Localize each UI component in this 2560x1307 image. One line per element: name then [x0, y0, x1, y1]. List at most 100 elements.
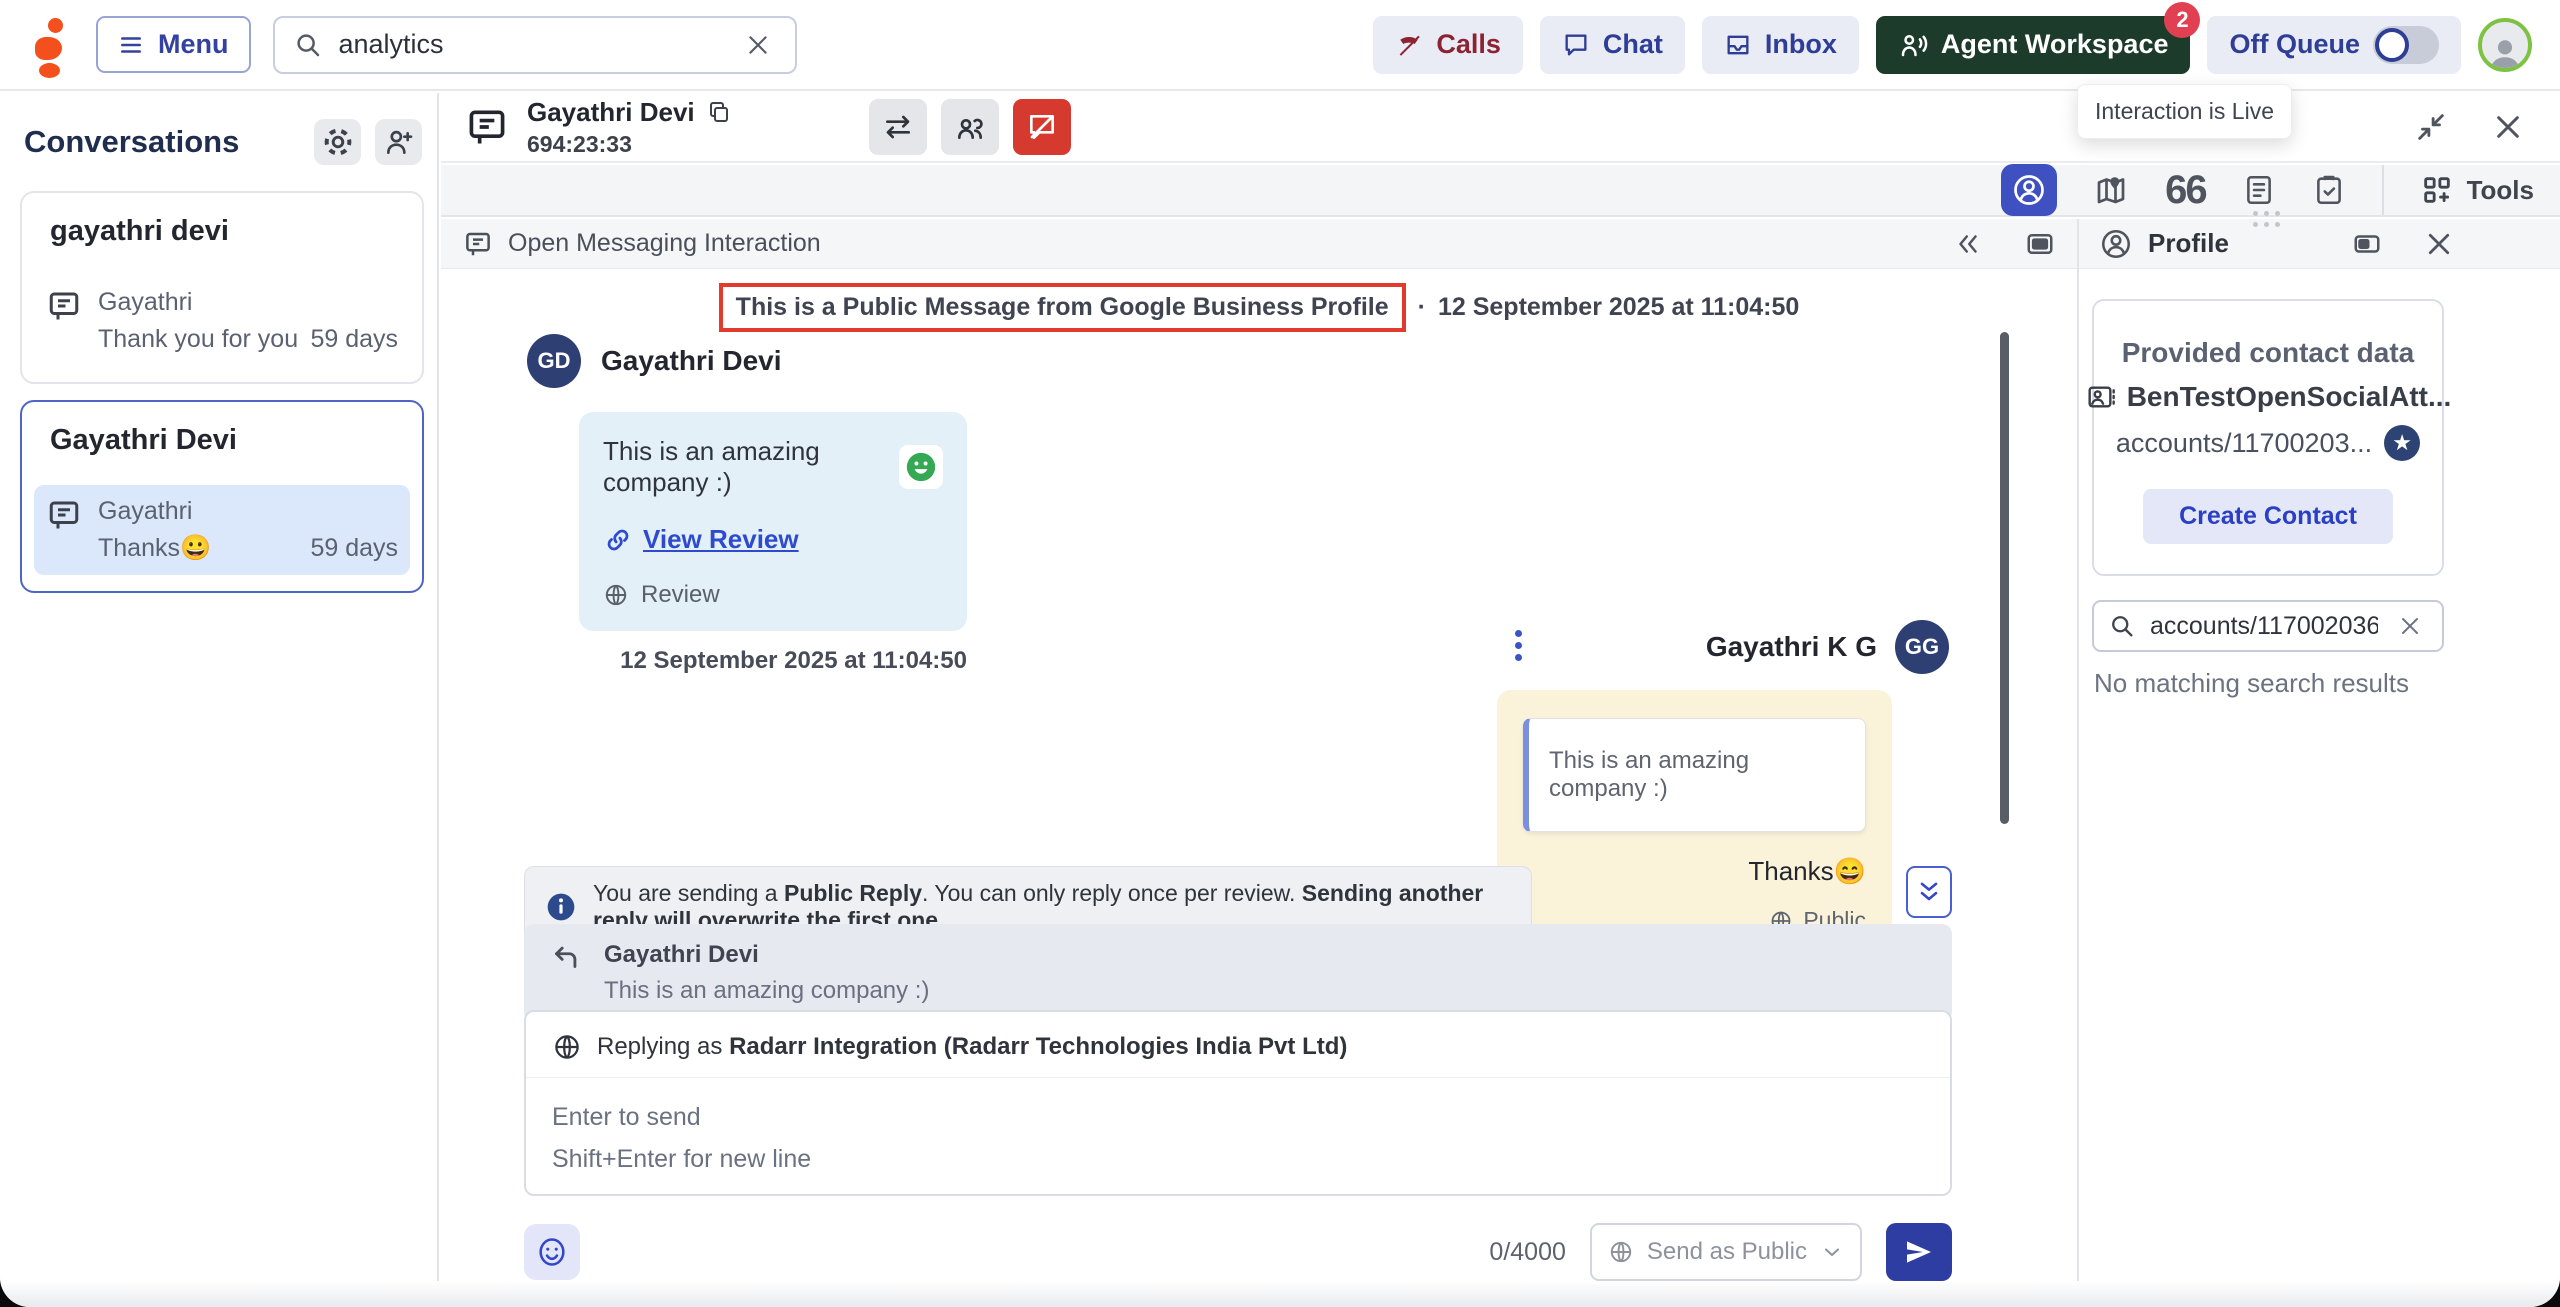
collapse-composer-icon[interactable] [1906, 866, 1952, 918]
info-icon [545, 891, 577, 923]
menu-button[interactable]: Menu [96, 16, 251, 73]
message-text: This is an amazing company :) [603, 436, 883, 498]
queue-toggle[interactable] [2373, 26, 2439, 64]
interaction-live-tooltip: Interaction is Live [2077, 84, 2292, 139]
conversation-settings-button[interactable] [314, 119, 361, 165]
contact-account: accounts/11700203... [2116, 428, 2372, 459]
contact-card-title: Provided contact data [2112, 337, 2424, 369]
message-menu-icon[interactable] [1509, 624, 1528, 667]
collapse-left-icon[interactable] [1953, 229, 1983, 259]
conference-button[interactable] [941, 99, 999, 155]
menu-label: Menu [158, 29, 229, 60]
positive-sentiment-icon [899, 445, 943, 489]
message-sender: Gayathri Devi [601, 345, 782, 377]
interaction-timer: 694:23:33 [527, 131, 731, 158]
globe-icon [552, 1032, 582, 1062]
agent-workspace-label: Agent Workspace [1941, 29, 2169, 60]
search-input[interactable] [337, 28, 725, 61]
reply-arrow-icon [548, 941, 582, 975]
chat-header-title: Open Messaging Interaction [508, 229, 821, 258]
conversation-name: gayathri devi [50, 215, 410, 248]
note-separator: · [1418, 293, 1426, 322]
message-sender: Gayathri K G [1706, 631, 1877, 663]
clear-search-icon[interactable] [2392, 613, 2428, 639]
close-panel-icon[interactable] [2424, 229, 2454, 259]
panel-view-icon[interactable] [2025, 229, 2055, 259]
calls-label: Calls [1436, 29, 1501, 60]
gear-icon [322, 126, 354, 158]
chat-button[interactable]: Chat [1540, 16, 1685, 74]
composer-footer: 0/4000 Send as Public [524, 1223, 1952, 1281]
globe-icon [1608, 1239, 1634, 1265]
scrollbar-thumb[interactable] [2000, 332, 2009, 824]
profile-tab-active[interactable] [2001, 164, 2057, 216]
panel-drag-handle[interactable] [2253, 211, 2284, 231]
user-avatar[interactable] [2478, 18, 2532, 72]
copy-icon[interactable] [707, 100, 731, 124]
top-bar: Menu Calls Chat Inbox Agent Workspace [0, 0, 2560, 91]
phone-slash-icon [1395, 31, 1423, 59]
send-mode-dropdown[interactable]: Send as Public [1590, 1223, 1862, 1281]
app-window: Menu Calls Chat Inbox Agent Workspace [0, 0, 2560, 1307]
top-actions: Calls Chat Inbox Agent Workspace 2 Off Q… [1373, 16, 2532, 74]
expand-panel-icon[interactable] [2352, 229, 2382, 259]
conversation-preview: Thank you for your valuable fee [98, 325, 298, 354]
replying-as-text: Replying as [597, 1033, 729, 1060]
end-interaction-button[interactable] [1013, 99, 1071, 155]
no-results-text: No matching search results [2094, 668, 2560, 699]
toolbar-divider [2382, 165, 2384, 215]
close-icon[interactable] [2492, 110, 2524, 144]
clipboard-check-icon [2312, 173, 2346, 207]
calls-button[interactable]: Calls [1373, 16, 1523, 74]
avatar: GG [1895, 620, 1949, 674]
smiley-icon [535, 1235, 569, 1269]
clear-search-icon[interactable] [739, 31, 777, 59]
wrapup-tab[interactable] [2312, 173, 2346, 207]
conference-people-icon [954, 111, 986, 143]
interaction-name: Gayathri Devi [527, 97, 695, 128]
conversation-card-selected[interactable]: Gayathri Devi Gayathri Thanks😀 59 days [20, 400, 424, 593]
hamburger-icon [118, 32, 144, 58]
create-contact-button[interactable]: Create Contact [2143, 489, 2393, 544]
notification-badge: 2 [2164, 2, 2200, 38]
conversation-row[interactable]: Gayathri Thanks😀 59 days [34, 485, 410, 575]
agent-voice-icon [1898, 30, 1928, 60]
add-person-button[interactable] [375, 119, 422, 165]
map-pin-icon [2093, 172, 2129, 208]
chat-bubble-icon [1562, 31, 1590, 59]
chat-header: Open Messaging Interaction [441, 219, 2077, 269]
minimize-icon[interactable] [2414, 110, 2448, 144]
agent-workspace-button[interactable]: Agent Workspace 2 [1876, 16, 2191, 74]
inbox-label: Inbox [1765, 29, 1837, 60]
global-search [273, 16, 797, 74]
transfer-button[interactable] [869, 99, 927, 155]
system-note: This is a Public Message from Google Bus… [441, 283, 2077, 332]
channel-label: Review [641, 581, 720, 609]
conversation-card[interactable]: gayathri devi Gayathri Thank you for you… [20, 191, 424, 384]
send-button[interactable] [1886, 1223, 1952, 1281]
send-plane-icon [1903, 1236, 1935, 1268]
tools-button[interactable]: Tools [2420, 173, 2534, 207]
inbox-tray-icon [1724, 31, 1752, 59]
inbox-button[interactable]: Inbox [1702, 16, 1859, 74]
composer-input[interactable]: Enter to send Shift+Enter for new line [526, 1078, 1950, 1198]
notes-tab[interactable] [2242, 173, 2276, 207]
search-icon [293, 30, 323, 60]
chevron-down-icon [1820, 1240, 1844, 1264]
conversations-sidebar: Conversations gayathri devi Gayathri Tha… [0, 93, 439, 1307]
reply-context-text: This is an amazing company :) [604, 977, 929, 1005]
inbound-bubble: This is an amazing company :) View Revie… [579, 412, 967, 631]
contact-search-input[interactable] [2148, 611, 2380, 642]
journey-map-tab[interactable] [2093, 172, 2129, 208]
avatar: GD [527, 334, 581, 388]
conversation-name: Gayathri Devi [50, 424, 410, 457]
off-queue-toggle-button[interactable]: Off Queue [2207, 16, 2461, 74]
emoji-picker-button[interactable] [524, 1224, 580, 1280]
view-review-link[interactable]: View Review [603, 524, 943, 555]
chat-label: Chat [1603, 29, 1663, 60]
conversation-preview: Thanks😀 [98, 534, 298, 563]
reply-context-sender: Gayathri Devi [604, 941, 929, 969]
canned-responses-tab[interactable]: 66 [2165, 168, 2206, 213]
replying-identity: Radarr Integration (Radarr Technologies … [729, 1033, 1347, 1060]
conversation-row[interactable]: Gayathri Thank you for your valuable fee… [34, 276, 410, 366]
